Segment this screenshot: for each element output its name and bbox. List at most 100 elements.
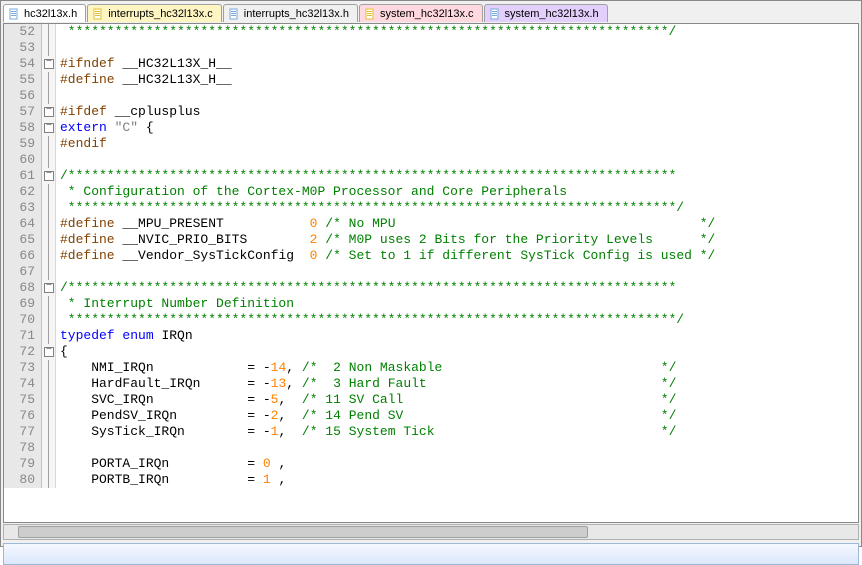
- code-text[interactable]: #define __Vendor_SysTickConfig 0 /* Set …: [56, 248, 858, 264]
- code-text[interactable]: PendSV_IRQn = -2, /* 14 Pend SV */: [56, 408, 858, 424]
- line-number[interactable]: 72: [4, 344, 42, 360]
- code-line[interactable]: 75 SVC_IRQn = -5, /* 11 SV Call */: [4, 392, 858, 408]
- code-text[interactable]: {: [56, 344, 858, 360]
- code-line[interactable]: 73 NMI_IRQn = -14, /* 2 Non Maskable */: [4, 360, 858, 376]
- line-number[interactable]: 54: [4, 56, 42, 72]
- code-text[interactable]: [56, 152, 858, 168]
- line-number[interactable]: 57: [4, 104, 42, 120]
- code-text[interactable]: extern "C" {: [56, 120, 858, 136]
- tab-system_hc32l13x-h[interactable]: system_hc32l13x.h: [484, 4, 608, 22]
- code-line[interactable]: 53: [4, 40, 858, 56]
- line-number[interactable]: 58: [4, 120, 42, 136]
- line-number[interactable]: 80: [4, 472, 42, 488]
- code-text[interactable]: /***************************************…: [56, 168, 858, 184]
- tab-system_hc32l13x-c[interactable]: system_hc32l13x.c: [359, 4, 483, 22]
- code-text[interactable]: typedef enum IRQn: [56, 328, 858, 344]
- tab-hc32l13x-h[interactable]: hc32l13x.h: [3, 4, 86, 22]
- code-line[interactable]: 68 /*************************************…: [4, 280, 858, 296]
- code-line[interactable]: 66 #define __Vendor_SysTickConfig 0 /* Se…: [4, 248, 858, 264]
- fold-toggle-icon[interactable]: [42, 344, 56, 360]
- line-number[interactable]: 79: [4, 456, 42, 472]
- code-line[interactable]: 55 #define __HC32L13X_H__: [4, 72, 858, 88]
- code-line[interactable]: 76 PendSV_IRQn = -2, /* 14 Pend SV */: [4, 408, 858, 424]
- code-text[interactable]: #define __HC32L13X_H__: [56, 72, 858, 88]
- scrollbar-thumb[interactable]: [18, 526, 588, 538]
- fold-toggle-icon[interactable]: [42, 120, 56, 136]
- code-line[interactable]: 54 #ifndef __HC32L13X_H__: [4, 56, 858, 72]
- line-number[interactable]: 67: [4, 264, 42, 280]
- fold-toggle-icon[interactable]: [42, 56, 56, 72]
- line-number[interactable]: 52: [4, 24, 42, 40]
- line-number[interactable]: 69: [4, 296, 42, 312]
- code-text[interactable]: PORTB_IRQn = 1 ,: [56, 472, 858, 488]
- code-line[interactable]: 63 *************************************…: [4, 200, 858, 216]
- line-number[interactable]: 55: [4, 72, 42, 88]
- code-text[interactable]: SVC_IRQn = -5, /* 11 SV Call */: [56, 392, 858, 408]
- code-text[interactable]: [56, 264, 858, 280]
- code-editor[interactable]: 52 *************************************…: [3, 23, 859, 523]
- code-text[interactable]: * Interrupt Number Definition: [56, 296, 858, 312]
- fold-toggle-icon[interactable]: [42, 280, 56, 296]
- code-line[interactable]: 52 *************************************…: [4, 24, 858, 40]
- code-text[interactable]: ****************************************…: [56, 312, 858, 328]
- code-text[interactable]: HardFault_IRQn = -13, /* 3 Hard Fault */: [56, 376, 858, 392]
- line-number[interactable]: 70: [4, 312, 42, 328]
- horizontal-scrollbar[interactable]: [3, 524, 859, 540]
- code-text[interactable]: [56, 40, 858, 56]
- code-line[interactable]: 71 typedef enum IRQn: [4, 328, 858, 344]
- code-text[interactable]: #define __NVIC_PRIO_BITS 2 /* M0P uses 2…: [56, 232, 858, 248]
- code-line[interactable]: 80 PORTB_IRQn = 1 ,: [4, 472, 858, 488]
- code-line[interactable]: 61 /*************************************…: [4, 168, 858, 184]
- code-text[interactable]: * Configuration of the Cortex-M0P Proces…: [56, 184, 858, 200]
- line-number[interactable]: 73: [4, 360, 42, 376]
- code-line[interactable]: 58 extern "C" {: [4, 120, 858, 136]
- code-text[interactable]: #define __MPU_PRESENT 0 /* No MPU */: [56, 216, 858, 232]
- code-line[interactable]: 65 #define __NVIC_PRIO_BITS 2 /* M0P uses…: [4, 232, 858, 248]
- line-number[interactable]: 76: [4, 408, 42, 424]
- code-line[interactable]: 77 SysTick_IRQn = -1, /* 15 System Tick …: [4, 424, 858, 440]
- line-number[interactable]: 53: [4, 40, 42, 56]
- code-line[interactable]: 57 #ifdef __cplusplus: [4, 104, 858, 120]
- code-text[interactable]: SysTick_IRQn = -1, /* 15 System Tick */: [56, 424, 858, 440]
- tab-interrupts_hc32l13x-c[interactable]: interrupts_hc32l13x.c: [87, 4, 222, 22]
- code-text[interactable]: #endif: [56, 136, 858, 152]
- code-text[interactable]: #ifdef __cplusplus: [56, 104, 858, 120]
- line-number[interactable]: 78: [4, 440, 42, 456]
- line-number[interactable]: 64: [4, 216, 42, 232]
- code-line[interactable]: 60: [4, 152, 858, 168]
- code-line[interactable]: 62 * Configuration of the Cortex-M0P Pro…: [4, 184, 858, 200]
- code-line[interactable]: 72 {: [4, 344, 858, 360]
- code-text[interactable]: PORTA_IRQn = 0 ,: [56, 456, 858, 472]
- line-number[interactable]: 56: [4, 88, 42, 104]
- line-number[interactable]: 60: [4, 152, 42, 168]
- code-line[interactable]: 79 PORTA_IRQn = 0 ,: [4, 456, 858, 472]
- code-line[interactable]: 59 #endif: [4, 136, 858, 152]
- line-number[interactable]: 63: [4, 200, 42, 216]
- line-number[interactable]: 62: [4, 184, 42, 200]
- fold-toggle-icon[interactable]: [42, 104, 56, 120]
- line-number[interactable]: 65: [4, 232, 42, 248]
- code-text[interactable]: [56, 440, 858, 456]
- code-text[interactable]: NMI_IRQn = -14, /* 2 Non Maskable */: [56, 360, 858, 376]
- code-line[interactable]: 74 HardFault_IRQn = -13, /* 3 Hard Fault…: [4, 376, 858, 392]
- line-number[interactable]: 77: [4, 424, 42, 440]
- code-text[interactable]: [56, 88, 858, 104]
- line-number[interactable]: 59: [4, 136, 42, 152]
- code-line[interactable]: 70 *************************************…: [4, 312, 858, 328]
- code-line[interactable]: 67: [4, 264, 858, 280]
- line-number[interactable]: 75: [4, 392, 42, 408]
- line-number[interactable]: 68: [4, 280, 42, 296]
- fold-toggle-icon[interactable]: [42, 168, 56, 184]
- code-text[interactable]: ****************************************…: [56, 200, 858, 216]
- line-number[interactable]: 74: [4, 376, 42, 392]
- line-number[interactable]: 71: [4, 328, 42, 344]
- code-text[interactable]: #ifndef __HC32L13X_H__: [56, 56, 858, 72]
- code-line[interactable]: 64 #define __MPU_PRESENT 0 /* No MPU */: [4, 216, 858, 232]
- code-line[interactable]: 56: [4, 88, 858, 104]
- code-text[interactable]: /***************************************…: [56, 280, 858, 296]
- code-line[interactable]: 78: [4, 440, 858, 456]
- code-text[interactable]: ****************************************…: [56, 24, 858, 40]
- line-number[interactable]: 61: [4, 168, 42, 184]
- code-line[interactable]: 69 * Interrupt Number Definition: [4, 296, 858, 312]
- line-number[interactable]: 66: [4, 248, 42, 264]
